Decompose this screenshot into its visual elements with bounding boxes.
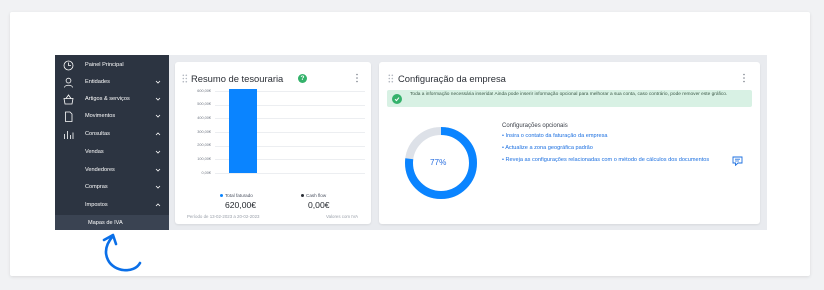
vat-note: Valores com IVA [326,214,359,219]
y-tick-label: 0,00€ [201,170,211,175]
sidebar: Painel Principal Entidades Artigos & ser… [55,55,169,230]
sidebar-item-label: Vendedores [85,167,115,173]
check-icon [392,93,402,104]
sidebar-item-compras[interactable]: Compras [55,179,169,195]
sidebar-item-artigos-servicos[interactable]: Artigos & serviços [55,91,169,107]
sidebar-item-label: Impostos [85,202,108,208]
sidebar-item-label: Entidades [85,79,110,85]
legend-dot-cashflow [301,194,304,197]
sidebar-item-label: Painel Principal [85,62,124,68]
config-title: Configuração da empresa [398,73,506,84]
treasury-card: Resumo de tesouraria ? 600,00€ 500,00€ 400… [175,62,371,224]
sidebar-item-label: Consultas [85,131,110,137]
legend-value-cashflow: 0,00€ [308,199,330,210]
sidebar-item-painel-principal[interactable]: Painel Principal [55,57,169,73]
chevron-up-icon [155,202,161,208]
y-tick-label: 500,00€ [197,102,211,107]
legend-value-total: 620,00€ [225,199,257,210]
y-tick-label: 100,00€ [197,156,211,161]
link-geographic-zone[interactable]: • Actualize a zona geográfica padrão [502,145,593,151]
chevron-down-icon [155,79,161,85]
y-tick-label: 200,00€ [197,143,211,148]
y-tick-label: 400,00€ [197,115,211,120]
sidebar-item-label: Movimentos [85,113,116,119]
legend-label-total: Total faturado [225,192,253,198]
chevron-down-icon [155,184,161,190]
progress-label: 77% [430,158,447,167]
sidebar-item-impostos[interactable]: Impostos [55,197,169,213]
sidebar-item-label: Mapas de IVA [88,219,123,226]
company-config-card: Configuração da empresa Toda a informaçã… [379,62,760,224]
gridline [215,173,365,174]
optional-settings-title: Configurações opcionais [502,123,568,129]
sidebar-item-movimentos[interactable]: Movimentos [55,108,169,124]
chevron-down-icon [155,113,161,119]
user-icon [62,76,74,88]
period-text: Período de 13-02-2023 a 20-02-2023 [187,214,260,219]
treasury-bar-chart: 600,00€ 500,00€ 400,00€ 300,00€ 200,00€ 100,0… [175,62,371,224]
app-window: Painel Principal Entidades Artigos & ser… [55,55,767,230]
chevron-down-icon [155,167,161,173]
legend-label-cashflow: Cash flow [306,192,327,198]
success-alert: Toda a informação necessária inserida! A… [387,90,752,107]
link-calculation-method[interactable]: • Reveja as configurações relacionadas c… [502,157,727,164]
alert-text: Toda a informação necessária inserida! A… [410,92,728,97]
y-tick-label: 300,00€ [197,129,211,134]
sidebar-item-label: Artigos & serviços [85,96,130,102]
y-tick-label: 600,00€ [197,88,211,93]
drag-handle-icon[interactable] [388,74,394,83]
sidebar-item-vendas[interactable]: Vendas [55,144,169,160]
bar-total-faturado[interactable] [229,89,257,173]
bar-chart-icon [62,128,74,140]
chat-icon[interactable] [732,156,743,166]
link-billing-contact[interactable]: • Insira o contato da faturação da empre… [502,133,608,139]
sidebar-item-consultas[interactable]: Consultas [55,126,169,142]
basket-icon [62,93,74,105]
chevron-down-icon [155,96,161,102]
progress-donut: 77% [403,125,479,201]
curved-arrow-icon [102,233,142,272]
chevron-up-icon [155,131,161,137]
document-icon [62,110,74,122]
legend-dot-total [220,194,223,197]
sidebar-item-label: Compras [85,184,108,190]
sidebar-item-label: Vendas [85,149,104,155]
more-options-icon[interactable] [742,73,746,83]
sidebar-item-vendedores[interactable]: Vendedores [55,162,169,178]
sidebar-item-entidades[interactable]: Entidades [55,74,169,90]
clock-icon [62,59,74,71]
chevron-down-icon [155,149,161,155]
